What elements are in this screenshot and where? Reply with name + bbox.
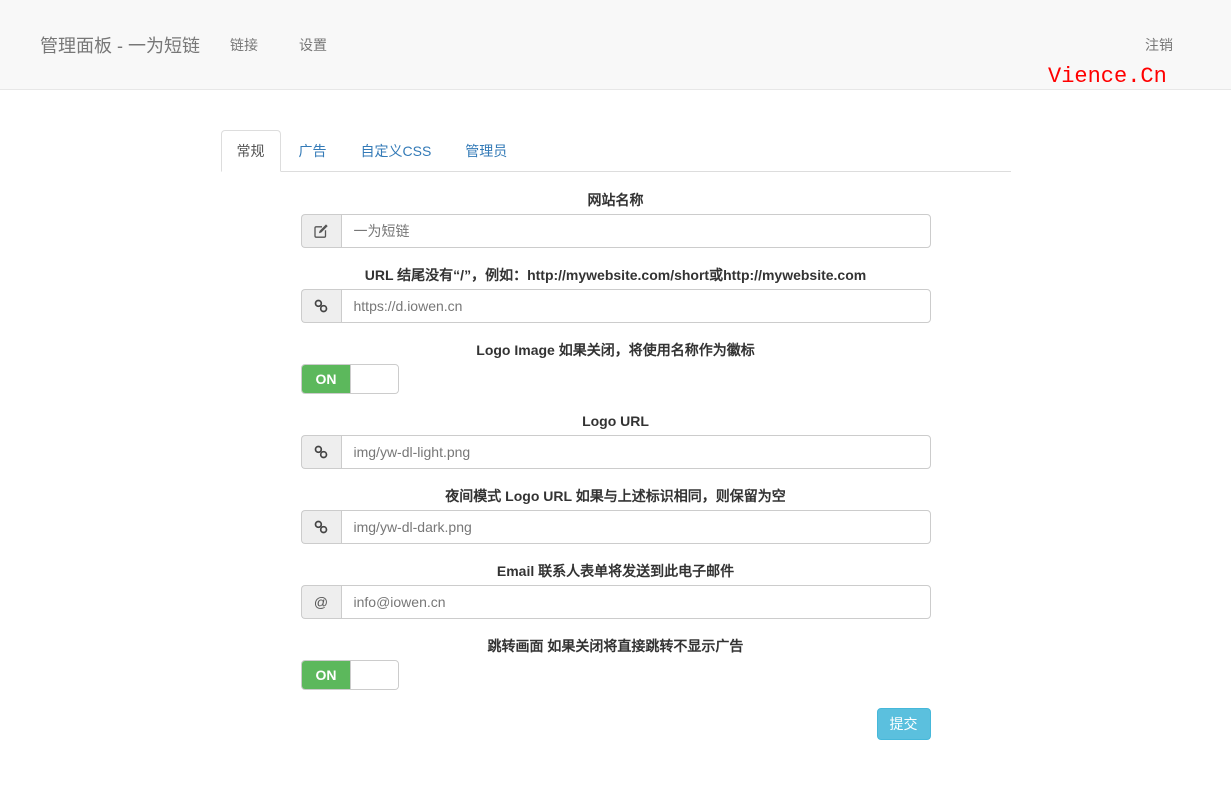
tab-bar: 常规 广告 自定义CSS 管理员 xyxy=(221,130,1011,172)
tab-admin[interactable]: 管理员 xyxy=(449,130,523,172)
submit-button[interactable]: 提交 xyxy=(877,708,931,740)
nav-item-settings[interactable]: 设置 xyxy=(299,35,327,55)
field-logo-image-toggle: Logo Image 如果关闭，将使用名称作为徽标 ON xyxy=(301,341,931,394)
navbar: 管理面板 - 一为短链 链接 设置 注销 xyxy=(0,0,1231,90)
field-site-name: 网站名称 xyxy=(301,191,931,248)
dark-logo-url-label: 夜间模式 Logo URL 如果与上述标识相同，则保留为空 xyxy=(301,487,931,506)
link-icon xyxy=(301,289,341,323)
splash-label: 跳转画面 如果关闭将直接跳转不显示广告 xyxy=(301,637,931,656)
toggle-handle xyxy=(350,661,397,689)
splash-toggle[interactable]: ON xyxy=(301,660,399,690)
toggle-handle xyxy=(350,365,397,393)
logout-link[interactable]: 注销 xyxy=(1145,35,1173,55)
nav-item-links[interactable]: 链接 xyxy=(230,35,258,55)
toggle-on-label: ON xyxy=(302,661,351,689)
logo-url-label: Logo URL xyxy=(301,412,931,431)
link-icon xyxy=(301,435,341,469)
logo-image-toggle[interactable]: ON xyxy=(301,364,399,394)
email-input-group: @ xyxy=(301,585,931,619)
field-dark-logo-url: 夜间模式 Logo URL 如果与上述标识相同，则保留为空 xyxy=(301,487,931,544)
navbar-brand[interactable]: 管理面板 - 一为短链 xyxy=(40,32,200,58)
logo-url-input-group xyxy=(301,435,931,469)
email-input[interactable] xyxy=(341,585,931,619)
edit-icon xyxy=(301,214,341,248)
logo-url-input[interactable] xyxy=(341,435,931,469)
navbar-links: 链接 设置 xyxy=(230,35,327,55)
tab-custom-css[interactable]: 自定义CSS xyxy=(345,130,448,172)
dark-logo-url-input-group xyxy=(301,510,931,544)
site-name-input-group xyxy=(301,214,931,248)
link-icon xyxy=(301,510,341,544)
tab-general[interactable]: 常规 xyxy=(221,130,281,172)
watermark-text: Vience.Cn xyxy=(1048,64,1167,89)
dark-logo-url-input[interactable] xyxy=(341,510,931,544)
base-url-input[interactable] xyxy=(341,289,931,323)
tab-content-general: 网站名称 URL 结尾没有“/”，例如：http://mywebsite.com… xyxy=(221,172,1011,740)
field-logo-url: Logo URL xyxy=(301,412,931,469)
logo-image-label: Logo Image 如果关闭，将使用名称作为徽标 xyxy=(301,341,931,360)
toggle-on-label: ON xyxy=(302,365,351,393)
email-label: Email 联系人表单将发送到此电子邮件 xyxy=(301,562,931,581)
site-name-input[interactable] xyxy=(341,214,931,248)
field-splash-toggle: 跳转画面 如果关闭将直接跳转不显示广告 ON xyxy=(301,637,931,690)
site-name-label: 网站名称 xyxy=(301,191,931,210)
base-url-label: URL 结尾没有“/”，例如：http://mywebsite.com/shor… xyxy=(301,266,931,285)
submit-row: 提交 xyxy=(301,708,931,740)
field-base-url: URL 结尾没有“/”，例如：http://mywebsite.com/shor… xyxy=(301,266,931,323)
tab-ads[interactable]: 广告 xyxy=(283,130,343,172)
field-email: Email 联系人表单将发送到此电子邮件 @ xyxy=(301,562,931,619)
at-icon: @ xyxy=(301,585,341,619)
base-url-input-group xyxy=(301,289,931,323)
settings-panel: 常规 广告 自定义CSS 管理员 网站名称 URL 结尾没有“/”，例如：htt… xyxy=(221,130,1011,740)
